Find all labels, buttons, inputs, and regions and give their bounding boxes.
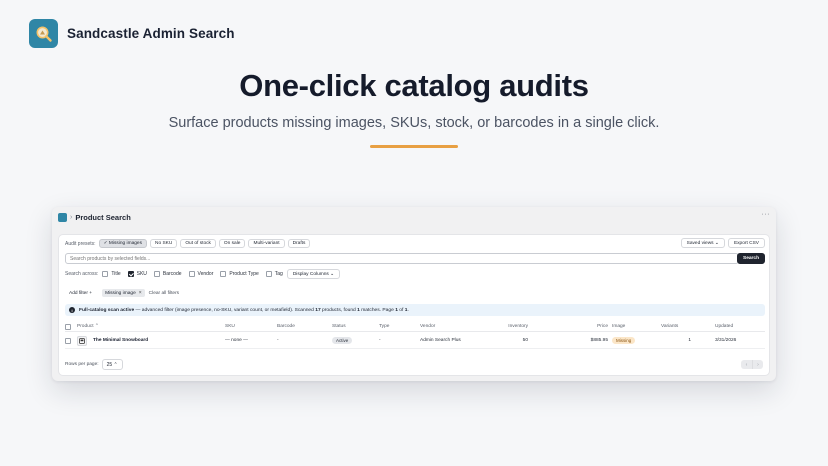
scan-info-banner: i Full-catalog scan active — advanced fi… (65, 304, 765, 316)
banner-text-5: . (407, 307, 409, 313)
search-across-row: Search across: Title SKU Barcode Vendor … (65, 269, 341, 279)
close-icon[interactable]: × (139, 290, 142, 296)
barcode-cell: - (277, 338, 279, 343)
row-select-cell (65, 333, 74, 348)
title-bar: › Product Search ··· (52, 207, 776, 227)
product-name-link[interactable]: The Minimal Snowboard (93, 338, 148, 343)
export-csv-button[interactable]: Export CSV (727, 238, 765, 248)
more-icon[interactable]: ··· (762, 211, 771, 218)
status-badge: Active (332, 337, 353, 344)
select-all-checkbox[interactable] (65, 323, 71, 330)
audit-presets-label: Audit presets: (65, 240, 96, 247)
image-cell: Missing (612, 333, 636, 348)
hero: One-click catalog audits Surface product… (0, 66, 828, 148)
filter-chip-label: Missing image (105, 290, 136, 296)
search-across-label: Search across: (65, 271, 99, 277)
col-inventory: Inventory (508, 324, 528, 329)
preset-missing-images[interactable]: ✓ Missing images (98, 239, 147, 248)
col-variants: Variants (661, 324, 679, 329)
audit-presets-row: Audit presets: ✓ Missing images No SKU O… (65, 239, 313, 248)
title-checkbox[interactable] (102, 271, 109, 277)
select-all-cell (65, 322, 74, 331)
tag-checkbox-label: Tag (274, 271, 283, 277)
col-status: Status (332, 324, 346, 329)
preset-multi-variant[interactable]: Multi-variant (248, 239, 285, 248)
product-image-placeholder-icon (77, 335, 87, 346)
search-card: Audit presets: ✓ Missing images No SKU O… (58, 234, 770, 376)
pagination: ‹ › (741, 360, 763, 369)
product-cell: The Minimal Snowboard (77, 333, 148, 348)
vendor-checkbox[interactable] (188, 271, 195, 277)
col-vendor: Vendor (420, 324, 436, 329)
hero-title: One-click catalog audits (239, 68, 589, 103)
vendor-cell: Admin Search Plus (420, 338, 461, 343)
brand-name: Sandcastle Admin Search (67, 26, 235, 41)
banner-text-3: matches. Page (359, 307, 396, 313)
col-updated: Updated (715, 324, 734, 329)
table-row[interactable]: The Minimal Snowboard — none — - Active … (65, 333, 765, 349)
updated-cell: 3/31/2026 (715, 338, 737, 343)
preset-drafts[interactable]: Drafts (287, 239, 311, 248)
col-barcode: Barcode (277, 324, 295, 329)
sku-checkbox[interactable] (127, 271, 134, 277)
barcode-checkbox[interactable] (153, 271, 160, 277)
hero-subtitle: Surface products missing images, SKUs, s… (168, 115, 660, 131)
sku-checkbox-label: SKU (136, 271, 147, 277)
vendor-checkbox-label: Vendor (197, 271, 214, 277)
brand-header: Sandcastle Admin Search (29, 19, 235, 48)
banner-text-4: of (397, 307, 405, 313)
type-cell: - (379, 338, 381, 343)
table-footer: Rows per page: 25 ⌃ (65, 359, 123, 370)
filter-chip-missing-image: Missing image × (102, 289, 145, 297)
image-missing-badge: Missing (612, 337, 636, 344)
audit-actions: Saved views ⌄ Export CSV (680, 238, 765, 248)
add-filter-button[interactable]: Add filter + (65, 288, 97, 298)
row-checkbox[interactable] (65, 337, 71, 344)
filters-row: Add filter + Missing image × Clear all f… (65, 288, 179, 298)
preset-out-of-stock[interactable]: Out of stock (180, 239, 216, 248)
col-product[interactable]: Product ⌃ (77, 322, 99, 331)
saved-views-button[interactable]: Saved views ⌄ (680, 238, 725, 248)
banner-text-2: products, found (320, 307, 358, 313)
col-price: Price (597, 324, 608, 329)
clear-filters-link[interactable]: Clear all filters (149, 291, 179, 296)
preset-no-sku[interactable]: No SKU (150, 239, 178, 248)
product-type-checkbox-label: Product Type (229, 271, 259, 277)
page-title: Product Search (75, 212, 131, 222)
next-page-button[interactable]: › (752, 360, 763, 369)
tag-checkbox[interactable] (265, 271, 272, 277)
product-type-checkbox[interactable] (220, 271, 227, 277)
rows-per-page-label: Rows per page: (65, 362, 99, 367)
variants-cell: 1 (688, 338, 691, 343)
col-image: Image (612, 324, 626, 329)
inventory-cell: 50 (522, 338, 528, 343)
preset-on-sale[interactable]: On sale (218, 239, 246, 248)
app-window: › Product Search ··· Audit presets: ✓ Mi… (52, 207, 776, 381)
banner-text: Full-catalog scan active — advanced filt… (79, 308, 409, 313)
title-checkbox-label: Title (111, 271, 121, 277)
status-cell: Active (332, 333, 353, 348)
banner-text-1: — advanced filter (image presence, no-SK… (134, 307, 316, 313)
price-cell: $885.95 (590, 338, 608, 343)
magnifier-icon (29, 19, 58, 48)
display-columns-button[interactable]: Display Columns ⌄ (286, 269, 341, 279)
search-button[interactable]: Search (737, 253, 765, 264)
prev-page-button[interactable]: ‹ (741, 360, 752, 369)
banner-bold: Full-catalog scan active (79, 307, 135, 313)
barcode-checkbox-label: Barcode (162, 271, 182, 277)
col-sku: SKU (225, 324, 235, 329)
info-icon: i (69, 307, 75, 313)
sku-cell: — none — (225, 338, 248, 343)
table-header: Product ⌃ SKU Barcode Status Type Vendor… (65, 322, 765, 332)
app-icon (58, 212, 67, 222)
col-type: Type (379, 324, 390, 329)
breadcrumb-separator: › (70, 213, 73, 221)
search-input[interactable] (65, 253, 739, 264)
hero-divider (370, 145, 458, 148)
rows-per-page-select[interactable]: 25 ⌃ (101, 359, 123, 370)
